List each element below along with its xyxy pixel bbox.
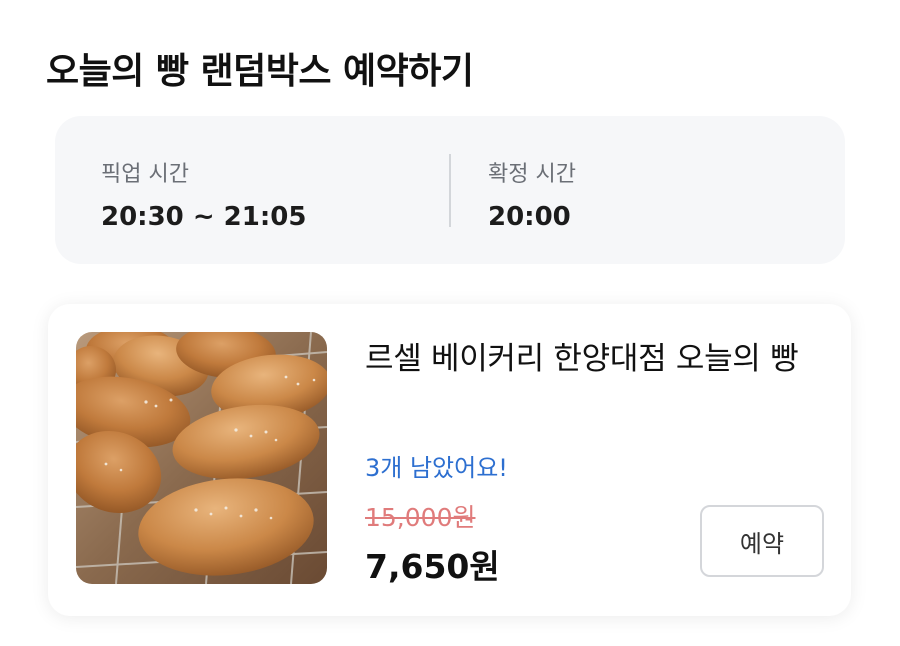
bread-photo <box>76 332 327 584</box>
remaining-count: 3개 남았어요! <box>365 454 508 482</box>
original-price: 15,000원 <box>365 503 476 532</box>
page-title: 오늘의 빵 랜덤박스 예약하기 <box>46 51 474 92</box>
confirm-time-value: 20:00 <box>488 202 571 232</box>
confirm-time-label: 확정 시간 <box>488 162 576 187</box>
reservation-page: 오늘의 빵 랜덤박스 예약하기 픽업 시간 20:30 ~ 21:05 확정 시… <box>0 0 900 646</box>
pickup-time-label: 픽업 시간 <box>101 162 189 187</box>
time-info-card: 픽업 시간 20:30 ~ 21:05 확정 시간 20:00 <box>55 116 845 264</box>
product-card[interactable]: 르셀 베이커리 한양대점 오늘의 빵 3개 남았어요! 15,000원 7,65… <box>48 304 851 616</box>
sale-price: 7,650원 <box>365 547 500 586</box>
pickup-time-section: 픽업 시간 20:30 ~ 21:05 <box>101 156 306 232</box>
reserve-button[interactable]: 예약 <box>700 505 824 577</box>
confirm-time-section: 확정 시간 20:00 <box>488 156 576 232</box>
pickup-time-value: 20:30 ~ 21:05 <box>101 202 307 232</box>
time-divider <box>449 154 451 227</box>
store-name: 르셀 베이커리 한양대점 오늘의 빵 <box>365 341 799 377</box>
